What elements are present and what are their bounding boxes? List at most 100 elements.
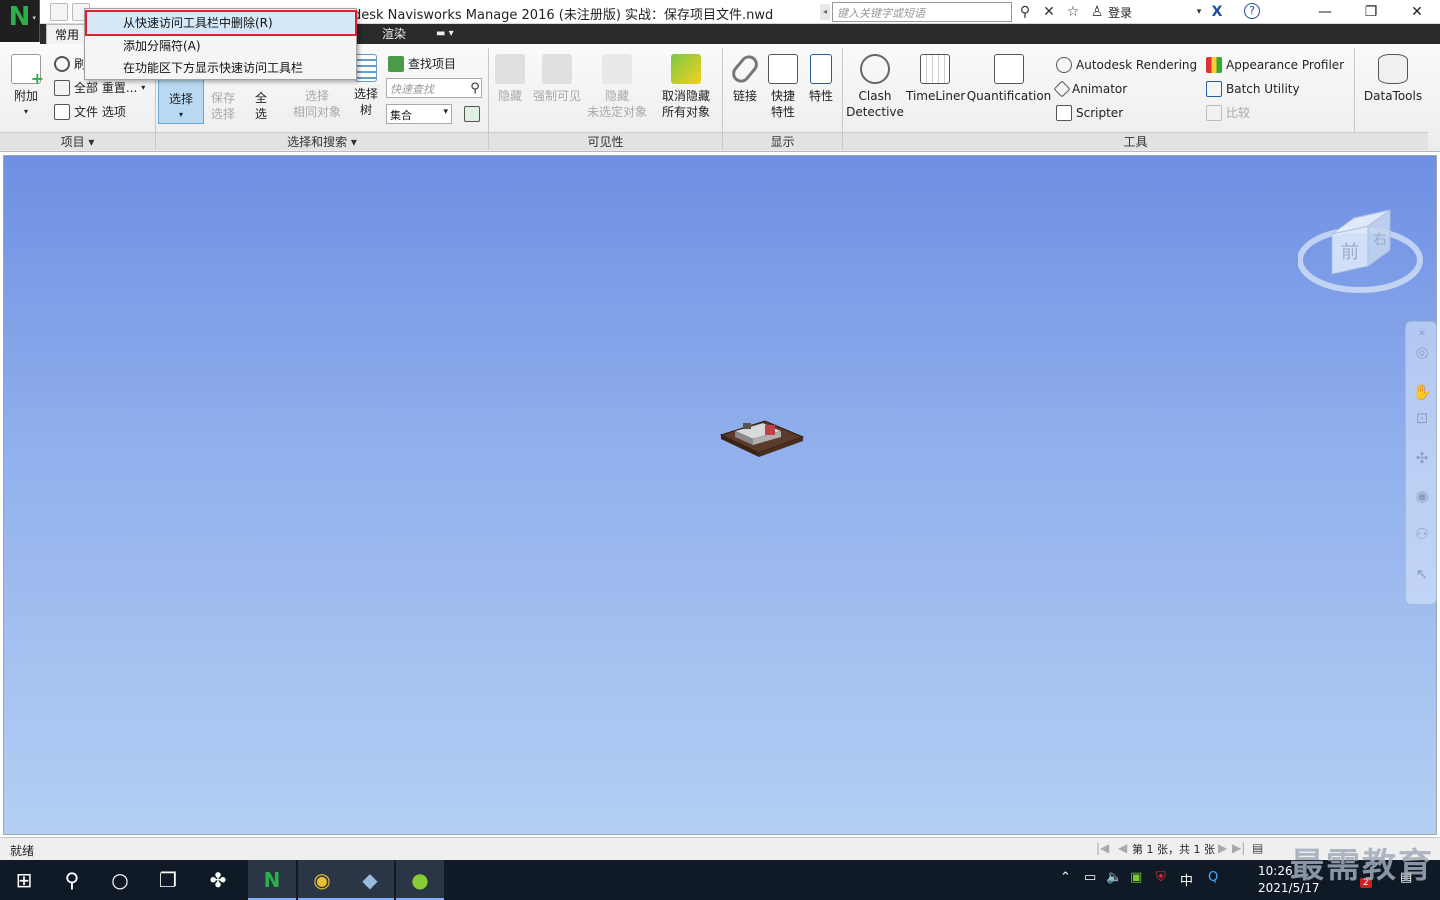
fan-app-icon[interactable]: ✤ xyxy=(194,860,242,900)
prev-sheet-icon[interactable]: ◀ xyxy=(1118,841,1127,855)
select-all-button[interactable]: 全 选 xyxy=(248,90,274,122)
links-button[interactable]: 链接 xyxy=(728,51,762,104)
building-model[interactable] xyxy=(719,411,805,461)
hide-unselected-button[interactable]: 隐藏 未选定对象 xyxy=(584,54,650,120)
batch-utility-icon xyxy=(1206,81,1222,97)
require-button[interactable]: 强制可见 xyxy=(532,54,582,104)
steering-wheel-icon[interactable]: ◎ xyxy=(1412,342,1432,362)
quick-properties-button[interactable]: 快捷 特性 xyxy=(766,54,800,120)
file-options-button[interactable]: 文件 选项 xyxy=(54,102,126,122)
tab-home[interactable]: 常用 xyxy=(46,24,89,44)
compare-button[interactable]: 比较 xyxy=(1206,103,1250,123)
application-menu-button[interactable]: N ▾ xyxy=(0,0,40,42)
refresh-button[interactable]: 刷 xyxy=(54,54,86,74)
ime-indicator[interactable]: 中 xyxy=(1180,870,1193,889)
autodesk-rendering-button[interactable]: Autodesk Rendering xyxy=(1056,55,1197,75)
help-icon[interactable]: ? xyxy=(1244,3,1260,19)
reset-all-label: 全部 重置... xyxy=(74,81,138,95)
animator-button[interactable]: Animator xyxy=(1053,79,1127,99)
find-items-button[interactable]: 查找项目 xyxy=(388,54,456,74)
pan-hand-icon[interactable]: ✋ xyxy=(1412,382,1432,402)
find-items-label: 查找项目 xyxy=(408,57,457,71)
menu-item-show-qat-below-ribbon[interactable]: 在功能区下方显示快速访问工具栏 xyxy=(87,57,355,79)
batch-utility-button[interactable]: Batch Utility xyxy=(1206,79,1300,99)
chrome-icon[interactable]: ◉ xyxy=(298,860,346,900)
properties-button[interactable]: 特性 xyxy=(804,54,838,104)
links-label: 链接 xyxy=(732,89,757,103)
search-icon[interactable]: ⚲ xyxy=(48,860,96,900)
windows-start-icon[interactable]: ⊞ xyxy=(0,860,48,900)
search-expand-arrow[interactable]: ◂ xyxy=(820,4,830,20)
select-cursor-icon[interactable]: ↖ xyxy=(1412,564,1432,584)
sign-in-button[interactable]: 登录 xyxy=(1108,4,1132,21)
append-button[interactable]: + 附加 ▾ xyxy=(6,54,46,120)
exchange-icon[interactable]: X xyxy=(1208,3,1226,21)
tools-panel-label: 工具 xyxy=(843,132,1428,150)
first-sheet-icon[interactable]: |◀ xyxy=(1096,841,1109,855)
menu-item-add-separator[interactable]: 添加分隔符(A) xyxy=(87,35,355,57)
scripter-button[interactable]: Scripter xyxy=(1056,103,1123,123)
menu-item-remove-from-qat[interactable]: 从快速访问工具栏中删除(R) xyxy=(85,10,357,36)
project-panel-label[interactable]: 项目 ▾ xyxy=(0,132,155,150)
subscription-icon[interactable]: ✕ xyxy=(1040,3,1058,21)
last-sheet-icon[interactable]: ▶| xyxy=(1232,841,1245,855)
save-selection-button[interactable]: 保存 选择 xyxy=(204,90,242,122)
volume-icon[interactable]: 🔈 xyxy=(1106,870,1122,885)
help-search-input[interactable]: 键入关键字或短语 xyxy=(832,2,1012,22)
chevron-down-icon[interactable]: ▾ xyxy=(1190,3,1208,21)
status-text: 就绪 xyxy=(10,844,35,858)
datatools-button[interactable]: DataTools xyxy=(1360,54,1426,104)
show-hidden-icons-icon[interactable]: ⌃ xyxy=(1060,870,1071,885)
manage-sets-icon[interactable] xyxy=(464,106,480,122)
user-icon[interactable]: ♙ xyxy=(1088,3,1106,21)
timeliner-button[interactable]: TimeLiner xyxy=(906,54,965,104)
unhide-all-button[interactable]: 取消隐藏 所有对象 xyxy=(656,54,716,120)
selection-tree-icon xyxy=(355,54,377,82)
walk-icon[interactable]: ⚇ xyxy=(1412,524,1432,544)
tab-render[interactable]: 渲染 xyxy=(374,24,414,44)
timeliner-icon xyxy=(920,54,950,84)
viewcube-front-label[interactable]: 前 xyxy=(1341,242,1359,263)
close-button[interactable]: ✕ xyxy=(1394,0,1440,24)
security-shield-icon[interactable]: ⛨ xyxy=(1156,870,1166,885)
clash-detective-button[interactable]: Clash Detective xyxy=(846,54,904,120)
hide-button[interactable]: 隐藏 xyxy=(492,54,528,104)
task-view-icon[interactable]: ❐ xyxy=(144,860,192,900)
appearance-profiler-button[interactable]: Appearance Profiler xyxy=(1206,55,1344,75)
tab-overflow-icon[interactable]: ▬ ▾ xyxy=(428,24,462,44)
close-icon[interactable]: ✕ xyxy=(1412,324,1432,344)
look-icon[interactable]: ◉ xyxy=(1412,486,1432,506)
unhide-all-label-1: 取消隐藏 xyxy=(661,89,710,103)
reset-all-button[interactable]: 全部 重置... ▾ xyxy=(54,78,145,98)
melon-app-icon[interactable]: ● xyxy=(396,860,444,900)
select-panel-label[interactable]: 选择和搜索 ▾ xyxy=(156,132,488,150)
scene-viewport[interactable]: 前 右 ✕ ◎ ✋ ⊡ ✣ ◉ ⚇ ↖ xyxy=(3,155,1437,835)
quantification-icon xyxy=(994,54,1024,84)
window-title: odesk Navisworks Manage 2016 (未注册版) 实战：保… xyxy=(345,8,774,23)
network-icon[interactable]: ▭ xyxy=(1084,870,1096,885)
new-file-icon[interactable] xyxy=(50,3,68,21)
sets-dropdown[interactable]: 集合 ▾ xyxy=(386,104,452,124)
quantification-button[interactable]: Quantification xyxy=(966,54,1052,104)
notes-app-icon[interactable]: ◆ xyxy=(346,860,394,900)
select-same-button[interactable]: 选择 相同对象 xyxy=(286,88,348,120)
star-icon[interactable]: ☆ xyxy=(1064,3,1082,21)
sheet-browser-icon[interactable]: ▤ xyxy=(1252,841,1263,855)
zoom-window-icon[interactable]: ⊡ xyxy=(1412,408,1432,428)
orbit-icon[interactable]: ✣ xyxy=(1412,448,1432,468)
viewcube[interactable]: 前 右 xyxy=(1298,196,1424,300)
binoculars-icon[interactable]: ⚲ xyxy=(1016,3,1034,21)
navisworks-taskbar-icon[interactable]: N xyxy=(248,860,296,900)
next-sheet-icon[interactable]: ▶ xyxy=(1218,841,1227,855)
restore-button[interactable]: ❐ xyxy=(1348,0,1394,24)
quantification-label: Quantification xyxy=(966,89,1052,103)
viewcube-right-label[interactable]: 右 xyxy=(1373,232,1387,248)
minimize-button[interactable]: — xyxy=(1302,0,1348,24)
teapot-icon xyxy=(1056,57,1072,73)
cortana-icon[interactable]: ○ xyxy=(96,860,144,900)
qq-icon[interactable]: Q xyxy=(1208,870,1218,885)
quick-find-search-icon[interactable]: ⚲ xyxy=(466,80,484,98)
nvidia-icon[interactable]: ▣ xyxy=(1130,870,1142,885)
chevron-down-icon: ▾ xyxy=(32,14,36,22)
chevron-down-icon: ▾ xyxy=(443,107,448,117)
